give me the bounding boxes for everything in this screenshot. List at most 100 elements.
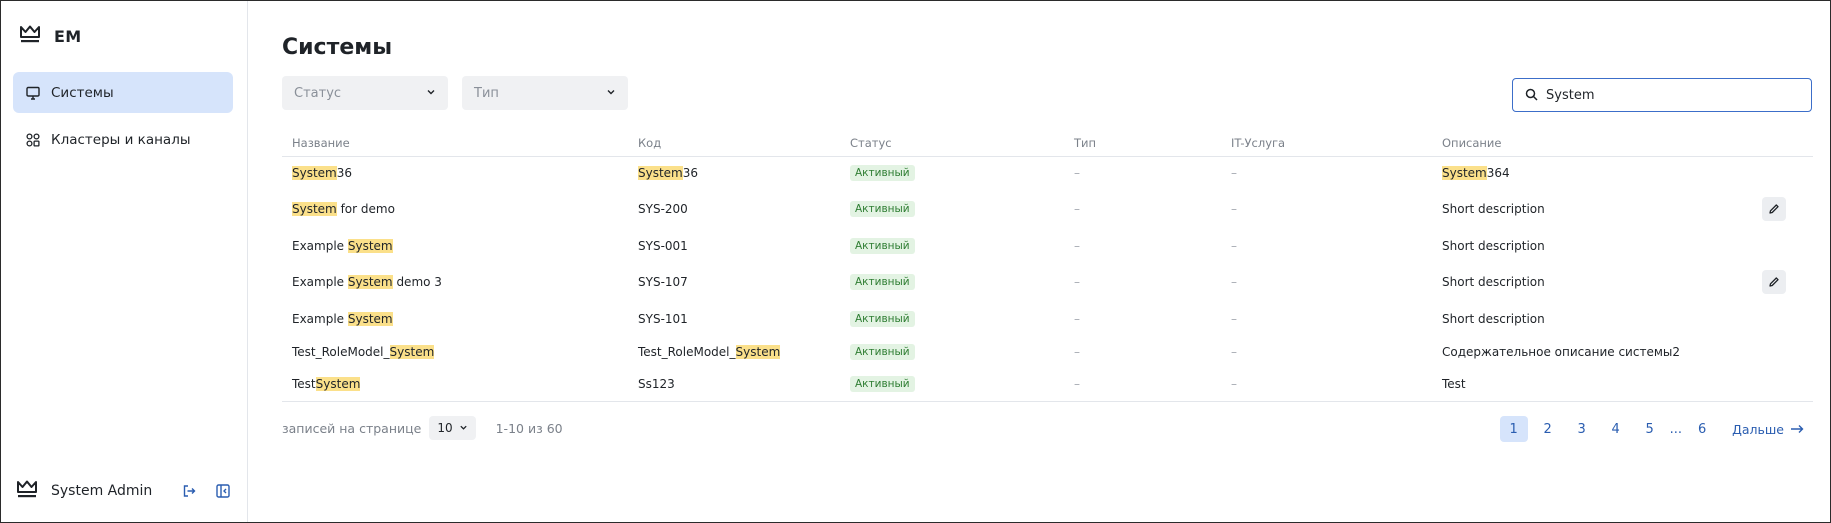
cell-code-text: SYS-200 — [638, 202, 688, 216]
cell-code: SYS-001 — [628, 229, 840, 262]
collapse-sidebar-icon[interactable] — [214, 482, 232, 500]
sidebar-item-clusters[interactable]: Кластеры и каналы — [13, 119, 233, 160]
cell-type: – — [1064, 189, 1221, 229]
cell-code-text: Ss123 — [638, 377, 675, 392]
cell-type-text: – — [1074, 238, 1080, 253]
page-ellipsis: ... — [1669, 421, 1683, 437]
edit-button[interactable] — [1762, 197, 1786, 221]
column-header-status[interactable]: Статус — [840, 130, 1064, 157]
logout-icon[interactable] — [180, 482, 198, 500]
chevron-down-icon — [606, 86, 616, 101]
cell-type-text: – — [1074, 165, 1080, 180]
column-header-type[interactable]: Тип — [1064, 130, 1221, 157]
page-button-4[interactable]: 4 — [1602, 416, 1630, 442]
cell-name-text: System for demo — [292, 202, 395, 216]
cell-status: Активный — [840, 229, 1064, 262]
search-input[interactable] — [1546, 87, 1786, 103]
sidebar-item-systems[interactable]: Системы — [13, 72, 233, 113]
search-box — [1512, 78, 1812, 112]
cell-description-text: Short description — [1442, 275, 1545, 289]
cell-type-text: – — [1074, 202, 1080, 216]
search-highlight: System — [292, 165, 337, 180]
per-page-label: записей на странице — [282, 420, 422, 436]
type-filter[interactable]: Тип — [462, 76, 628, 110]
cell-code: SYS-101 — [628, 302, 840, 335]
next-page-button[interactable]: Дальше — [1732, 422, 1804, 437]
cell-name: System36 — [282, 156, 628, 189]
page-button-6[interactable]: 6 — [1688, 416, 1716, 442]
cell-name-text: Example System demo 3 — [292, 275, 442, 289]
grid-icon — [25, 132, 41, 148]
monitor-icon — [25, 85, 41, 101]
table-row[interactable]: Test_RoleModel_System Test_RoleModel_Syst… — [282, 335, 1813, 368]
column-header-code[interactable]: Код — [628, 130, 840, 157]
brand[interactable]: EM — [20, 25, 81, 47]
cell-code-text: Test_RoleModel_System — [638, 344, 781, 359]
sidebar-nav: Системы Кластеры и каналы — [13, 72, 233, 166]
cell-it-service: – — [1221, 229, 1432, 262]
cell-it-service: – — [1221, 262, 1432, 302]
cell-actions — [1752, 229, 1813, 262]
cell-code-text: SYS-107 — [638, 275, 688, 289]
cell-type: – — [1064, 156, 1221, 189]
cell-description: Short description — [1432, 229, 1752, 262]
search-highlight: System — [315, 377, 361, 392]
cell-status: Активный — [840, 368, 1064, 402]
cell-description-text: Short description — [1442, 238, 1545, 253]
cell-actions — [1752, 335, 1813, 368]
table-row[interactable]: System36 System36 Активный – – System364 — [282, 156, 1813, 189]
cell-description: System364 — [1432, 156, 1752, 189]
table-row[interactable]: System for demo SYS-200 Активный – – Short de… — [282, 189, 1813, 229]
cell-description: Test — [1432, 368, 1752, 402]
per-page-select[interactable]: 10 — [429, 416, 476, 440]
page-button-2[interactable]: 2 — [1534, 416, 1562, 442]
pencil-icon — [1769, 204, 1779, 214]
cell-description-text: System364 — [1442, 165, 1510, 180]
table-row[interactable]: TestSystem Ss123 Активный – – Test — [282, 368, 1813, 402]
table-row[interactable]: Example System SYS-001 Активный – – Short des… — [282, 229, 1813, 262]
table-header-row: Название Код Статус Тип IT-Услуга Описан… — [282, 130, 1813, 157]
cell-it-service: – — [1221, 156, 1432, 189]
pencil-icon — [1769, 277, 1779, 287]
cell-actions — [1752, 368, 1813, 402]
page-title: Системы — [282, 35, 393, 60]
status-badge: Активный — [850, 376, 915, 393]
search-highlight: System — [1442, 165, 1487, 180]
cell-actions — [1752, 302, 1813, 335]
cell-name: System for demo — [282, 189, 628, 229]
page-button-5[interactable]: 5 — [1636, 416, 1664, 442]
status-filter[interactable]: Статус — [282, 76, 448, 110]
status-badge: Активный — [850, 201, 915, 217]
edit-button[interactable] — [1762, 270, 1786, 294]
cell-status: Активный — [840, 302, 1064, 335]
cell-description: Short description — [1432, 262, 1752, 302]
column-header-name[interactable]: Название — [282, 130, 628, 157]
arrow-right-icon — [1790, 422, 1804, 437]
sidebar: EM Системы Кластеры и каналы System Admi… — [1, 1, 248, 522]
table-row[interactable]: Example System demo 3 SYS-107 Активный – – Sh… — [282, 262, 1813, 302]
cell-it-service-text: – — [1231, 202, 1237, 216]
table-row[interactable]: Example System SYS-101 Активный – – Short des… — [282, 302, 1813, 335]
cell-description-text: Содержательное описание системы2 — [1442, 344, 1680, 359]
chevron-down-icon — [426, 86, 436, 101]
brand-name: EM — [54, 26, 82, 46]
cell-actions — [1752, 262, 1813, 302]
cell-it-service: – — [1221, 189, 1432, 229]
column-header-it-service[interactable]: IT-Услуга — [1221, 130, 1432, 157]
search-highlight: System — [389, 344, 435, 359]
cell-type: – — [1064, 302, 1221, 335]
pagination: 1 2 3 4 5 ... 6 Дальше — [1499, 416, 1804, 442]
cell-it-service-text: – — [1231, 344, 1237, 359]
cell-description-text: Short description — [1442, 202, 1545, 216]
page-button-1[interactable]: 1 — [1499, 416, 1528, 442]
user-panel: System Admin — [17, 480, 232, 502]
cell-code-text: SYS-001 — [638, 238, 688, 253]
cell-status: Активный — [840, 262, 1064, 302]
page-button-3[interactable]: 3 — [1568, 416, 1596, 442]
cell-description: Short description — [1432, 302, 1752, 335]
column-header-description[interactable]: Описание — [1432, 130, 1752, 157]
search-highlight: System — [292, 202, 337, 216]
user-name: System Admin — [51, 483, 153, 499]
cell-code: SYS-200 — [628, 189, 840, 229]
search-highlight: System — [347, 275, 393, 289]
